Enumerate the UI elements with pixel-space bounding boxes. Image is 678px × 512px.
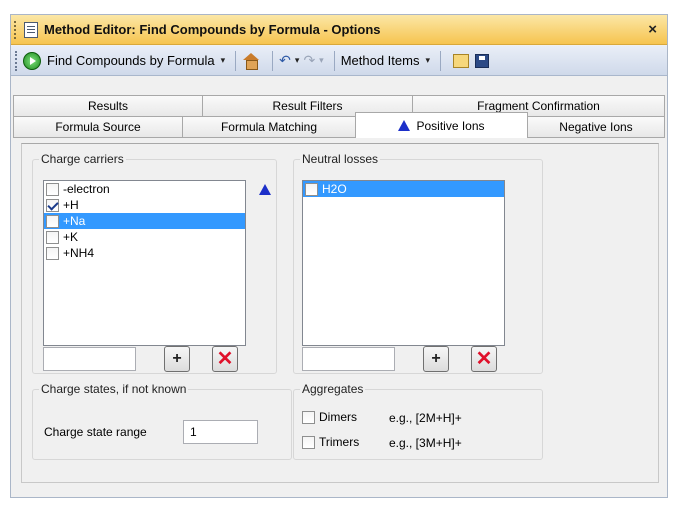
list-item-label: +Na xyxy=(63,214,86,228)
run-icon[interactable] xyxy=(23,51,41,70)
trimers-checkbox[interactable] xyxy=(302,435,315,449)
dimers-option[interactable]: Dimers xyxy=(302,410,357,424)
charge-carrier-input[interactable] xyxy=(43,347,136,371)
toolbar-separator xyxy=(235,50,237,71)
checkbox[interactable] xyxy=(305,182,318,196)
add-neutral-loss-button[interactable]: + xyxy=(423,346,449,372)
charge-states-legend: Charge states, if not known xyxy=(41,382,187,396)
positive-ion-indicator-icon xyxy=(259,184,271,195)
list-item-label: -electron xyxy=(63,182,110,196)
home-icon[interactable] xyxy=(242,52,260,70)
charge-state-range-label: Charge state range xyxy=(44,425,147,439)
delete-charge-carrier-button[interactable]: ✕ xyxy=(212,346,238,372)
list-item-label: H2O xyxy=(322,182,347,196)
charge-state-range-input[interactable] xyxy=(183,420,258,444)
neutral-loss-input[interactable] xyxy=(302,347,395,371)
toolbar-grip[interactable] xyxy=(15,50,19,71)
redo-icon[interactable]: ↷ xyxy=(303,52,315,69)
open-method-icon[interactable] xyxy=(453,53,469,68)
checkbox[interactable] xyxy=(46,230,59,244)
close-button[interactable]: × xyxy=(648,21,657,38)
method-items-menu[interactable]: Method Items xyxy=(341,53,420,68)
toolbar: Find Compounds by Formula ▾ ↶ ▾ ↷ ▾ Meth… xyxy=(11,46,667,76)
toolbar-separator xyxy=(440,50,441,71)
chevron-down-icon[interactable]: ▾ xyxy=(319,55,324,66)
trimers-label: Trimers xyxy=(319,435,360,449)
undo-icon[interactable]: ↶ xyxy=(279,52,291,69)
positive-ions-panel: Charge carriers -electron +H +Na +K +NH4… xyxy=(21,143,659,483)
charge-carriers-list[interactable]: -electron +H +Na +K +NH4 xyxy=(43,180,246,346)
chevron-down-icon[interactable]: ▾ xyxy=(295,55,300,66)
delete-neutral-loss-button[interactable]: ✕ xyxy=(471,346,497,372)
trimers-example: e.g., [3M+H]+ xyxy=(389,436,462,450)
charge-carriers-legend: Charge carriers xyxy=(41,152,124,166)
checkbox-checked[interactable] xyxy=(46,198,59,212)
method-editor-window: Method Editor: Find Compounds by Formula… xyxy=(10,14,668,498)
tab-formula-source[interactable]: Formula Source xyxy=(13,116,183,138)
list-item-electron[interactable]: -electron xyxy=(44,181,245,197)
list-item-h2o[interactable]: H2O xyxy=(303,181,504,197)
chevron-down-icon[interactable]: ▾ xyxy=(425,55,430,66)
neutral-losses-list[interactable]: H2O xyxy=(302,180,505,346)
list-item-na[interactable]: +Na xyxy=(44,213,245,229)
tab-formula-matching[interactable]: Formula Matching xyxy=(182,116,356,138)
chevron-down-icon[interactable]: ▾ xyxy=(221,55,226,66)
list-item-label: +K xyxy=(63,230,79,244)
dimers-label: Dimers xyxy=(319,410,357,424)
method-dropdown[interactable]: Find Compounds by Formula xyxy=(47,53,215,68)
aggregates-legend: Aggregates xyxy=(302,382,364,396)
checkbox[interactable] xyxy=(46,246,59,260)
list-item-label: +NH4 xyxy=(63,246,95,260)
checkbox[interactable] xyxy=(46,182,59,196)
list-item-h[interactable]: +H xyxy=(44,197,245,213)
window-title: Method Editor: Find Compounds by Formula… xyxy=(44,22,381,37)
list-item-label: +H xyxy=(63,198,79,212)
grip-handle[interactable] xyxy=(14,20,20,39)
list-item-k[interactable]: +K xyxy=(44,229,245,245)
tab-results[interactable]: Results xyxy=(13,95,203,117)
trimers-option[interactable]: Trimers xyxy=(302,435,359,449)
document-icon xyxy=(24,21,38,38)
plus-icon: + xyxy=(431,350,441,367)
save-icon[interactable] xyxy=(475,53,489,68)
tab-negative-ions[interactable]: Negative Ions xyxy=(527,116,665,138)
tab-positive-ions[interactable]: Positive Ions xyxy=(355,112,528,138)
delete-icon: ✕ xyxy=(475,348,493,370)
toolbar-separator xyxy=(272,50,274,71)
delete-icon: ✕ xyxy=(216,348,234,370)
title-bar[interactable]: Method Editor: Find Compounds by Formula… xyxy=(11,15,667,45)
toolbar-separator xyxy=(333,50,335,71)
tab-positive-ions-label: Positive Ions xyxy=(416,118,485,133)
list-item-nh4[interactable]: +NH4 xyxy=(44,245,245,261)
plus-icon: + xyxy=(172,350,182,367)
checkbox[interactable] xyxy=(46,214,59,228)
neutral-losses-legend: Neutral losses xyxy=(302,152,379,166)
positive-ions-icon xyxy=(398,120,411,131)
dimers-checkbox[interactable] xyxy=(302,410,315,424)
add-charge-carrier-button[interactable]: + xyxy=(164,346,190,372)
dimers-example: e.g., [2M+H]+ xyxy=(389,411,462,425)
